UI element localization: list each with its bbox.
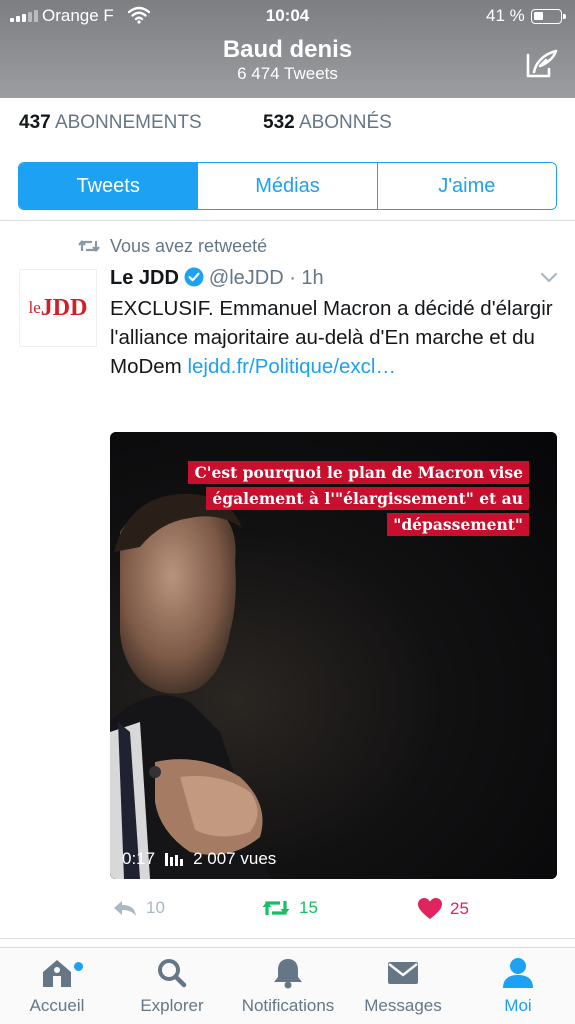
reply-button[interactable]: 10 <box>112 898 165 918</box>
retweet-context: Vous avez retweeté <box>110 236 268 256</box>
tweet-video[interactable]: C'est pourquoi le plan de Macron vise ég… <box>110 432 557 879</box>
video-caption-line: "dépassement" <box>387 513 529 536</box>
tweet-count: 6 474 Tweets <box>237 64 338 83</box>
like-button[interactable]: 25 <box>418 898 469 920</box>
profile-name: Baud denis <box>222 36 353 63</box>
tab-label: Explorer <box>140 996 204 1015</box>
status-bar: Orange F 10:04 41 % <box>0 0 575 32</box>
tab-messages[interactable]: Messages <box>348 956 458 1016</box>
video-caption-line: C'est pourquoi le plan de Macron vise <box>188 461 529 484</box>
tab-label: Accueil <box>29 996 85 1015</box>
video-info: 0:17 2 007 vues <box>122 849 276 869</box>
followers-count: 532 <box>263 112 295 133</box>
tab-explore[interactable]: Explorer <box>117 956 227 1016</box>
retweet-icon <box>78 240 100 252</box>
tab-notifications[interactable]: Notifications <box>232 956 344 1016</box>
tweet-header: Le JDD @leJDD · 1h <box>110 267 324 290</box>
bell-icon <box>274 959 302 989</box>
tweet-handle-time: @leJDD · 1h <box>208 267 324 289</box>
battery-percentage: 41 % <box>486 6 525 25</box>
profile-header: Orange F 10:04 41 % Baud denis 6 474 Twe… <box>0 0 575 98</box>
tab-label: Moi <box>504 996 532 1015</box>
home-icon <box>43 960 71 987</box>
retweet-button[interactable]: 15 <box>261 898 318 918</box>
notification-dot <box>74 962 83 971</box>
tab-label: Notifications <box>241 996 335 1015</box>
video-caption-line: également à l'"élargissement" et au <box>206 487 529 510</box>
avatar-logo-le: le <box>28 298 41 317</box>
followers-label: ABONNÉS <box>298 112 392 133</box>
profile-tabs: Tweets Médias J'aime <box>18 162 557 210</box>
person-icon <box>503 958 533 988</box>
retweet-icon <box>262 901 290 915</box>
followers-stat[interactable]: 532 ABONNÉS <box>263 112 392 134</box>
tweet-text: EXCLUSIF. Emmanuel Macron a décidé d'éla… <box>110 294 556 381</box>
chevron-down-icon[interactable] <box>540 272 558 284</box>
tab-label: Messages <box>364 996 442 1015</box>
envelope-icon <box>388 962 418 984</box>
tweet-author[interactable]: Le JDD <box>110 267 179 289</box>
following-stat[interactable]: 437 ABONNEMENTS <box>19 112 202 134</box>
avatar[interactable]: le JDD <box>19 269 97 347</box>
views-bars-icon <box>165 852 184 866</box>
tab-home[interactable]: Accueil <box>2 956 112 1016</box>
tweet-actions: 10 15 25 <box>0 898 575 922</box>
tweet-link[interactable]: lejdd.fr/Politique/excl… <box>187 355 396 378</box>
tab-me[interactable]: Moi <box>463 956 573 1016</box>
reply-icon <box>114 901 136 916</box>
battery-icon <box>531 9 566 24</box>
following-count: 437 <box>19 112 51 133</box>
compose-tweet-icon[interactable] <box>524 47 560 81</box>
tab-jaime[interactable]: J'aime <box>376 163 556 209</box>
search-icon <box>158 959 187 988</box>
divider <box>0 220 575 221</box>
reply-count: 10 <box>146 898 165 917</box>
video-views: 2 007 vues <box>193 849 277 868</box>
following-label: ABONNEMENTS <box>54 112 202 133</box>
divider <box>0 938 575 939</box>
avatar-logo-brand: JDD <box>40 294 88 321</box>
like-count: 25 <box>450 899 469 918</box>
heart-icon <box>418 898 442 919</box>
tab-tweets[interactable]: Tweets <box>19 163 198 209</box>
verified-badge-icon <box>184 267 204 287</box>
tab-medias[interactable]: Médias <box>197 163 377 209</box>
video-duration: 0:17 <box>122 849 156 868</box>
bottom-tab-bar: Accueil Explorer Notifications Messages … <box>0 947 575 1024</box>
retweet-count: 15 <box>299 898 318 917</box>
